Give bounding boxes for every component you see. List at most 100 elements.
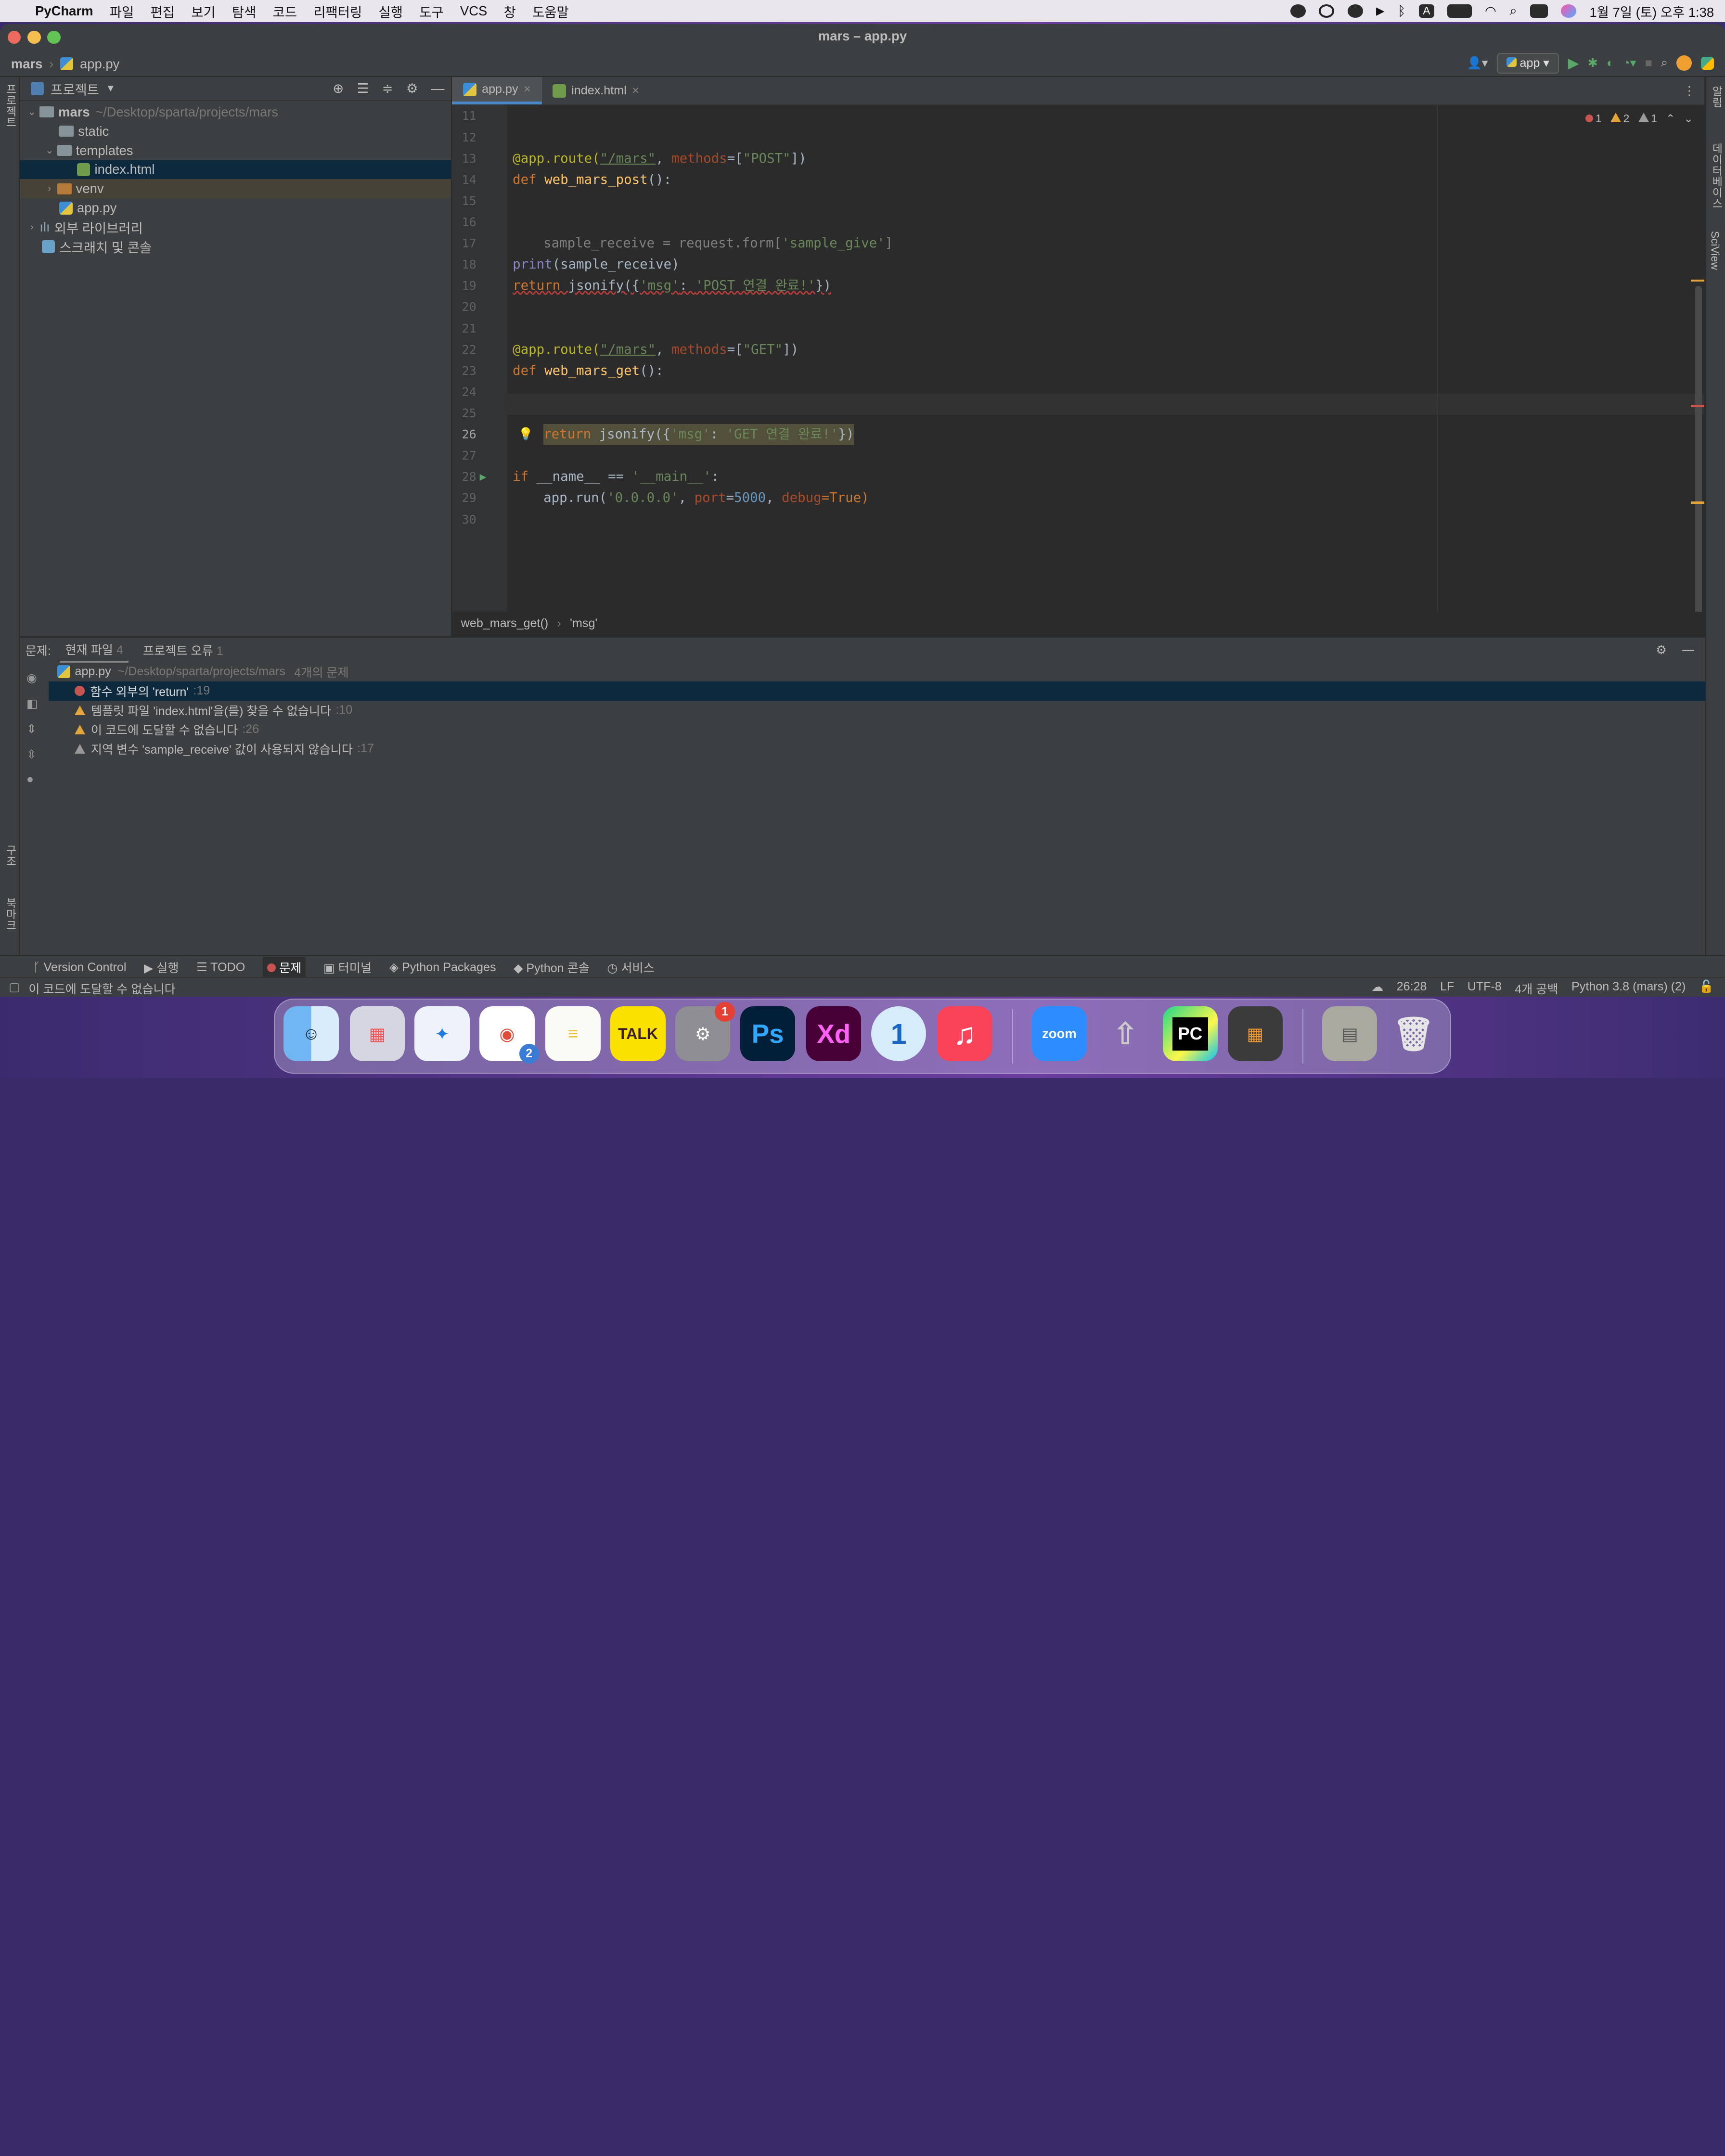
code-editor[interactable]: app.py × index.html × ⋮ 1 2 1 ⌃ ⌄ 11 12 … — [452, 77, 1704, 636]
problem-item[interactable]: 이 코드에 도달할 수 없습니다:26 — [49, 720, 1705, 739]
chevron-right-icon[interactable]: › — [42, 183, 57, 194]
dock-kakaotalk[interactable]: TALK — [610, 1006, 666, 1062]
hide-panel-icon[interactable]: — — [1682, 643, 1694, 657]
gear-icon[interactable]: ⚙ — [1656, 643, 1667, 657]
menu-help[interactable]: 도움말 — [532, 1, 569, 21]
menubar-clock[interactable]: 1월 7일 (토) 오후 1:38 — [1590, 1, 1714, 21]
menu-vcs[interactable]: VCS — [460, 3, 487, 19]
account-icon[interactable]: 👤▾ — [1467, 56, 1488, 70]
menu-view[interactable]: 보기 — [191, 1, 215, 21]
run-configuration-select[interactable]: app ▾ — [1496, 52, 1559, 74]
tree-item-scratches[interactable]: 스크래치 및 콘솔 — [20, 237, 451, 256]
collapse-all-icon[interactable]: ≑ — [382, 81, 393, 96]
dock-chrome[interactable]: ◉ 2 — [479, 1006, 539, 1064]
file-encoding[interactable]: UTF-8 — [1468, 980, 1502, 997]
debug-icon[interactable]: ✱ — [1588, 56, 1598, 70]
tree-item-external-libraries[interactable]: › ılı 외부 라이브러리 — [20, 218, 451, 237]
tab-current-file[interactable]: 현재 파일 4 — [60, 637, 129, 663]
database-tool-tab[interactable]: 데이터베이스 — [1708, 143, 1725, 209]
bluetooth-icon[interactable]: ᛒ — [1398, 3, 1405, 19]
bookmarks-tool-tab[interactable]: 북마크 — [2, 898, 19, 931]
tab-app-py[interactable]: app.py × — [452, 77, 542, 105]
siri-icon[interactable] — [1561, 4, 1577, 18]
menu-code[interactable]: 코드 — [273, 1, 297, 21]
tree-item-static[interactable]: static — [20, 122, 451, 141]
project-view-select[interactable]: 프로젝트 — [51, 79, 99, 98]
media-play-icon[interactable]: ▶ — [1376, 4, 1385, 17]
dock-1password[interactable]: 1 — [871, 1006, 927, 1062]
dock-safari[interactable]: ✦ — [414, 1006, 470, 1062]
line-separator[interactable]: LF — [1440, 980, 1454, 997]
gear-icon[interactable]: ⚙ — [406, 81, 418, 96]
dock-trash[interactable]: 🗑 — [1386, 1006, 1441, 1061]
update-icon[interactable] — [1676, 55, 1692, 71]
close-tab-icon[interactable]: × — [632, 84, 639, 98]
menu-tools[interactable]: 도구 — [419, 1, 443, 21]
tool-version-control[interactable]: ᚴ Version Control — [33, 961, 127, 975]
editor-scrollbar[interactable] — [1695, 286, 1702, 627]
coverage-icon[interactable]: ◐ — [1607, 56, 1614, 70]
tool-python-console[interactable]: ◆ Python 콘솔 — [514, 959, 590, 976]
chevron-right-icon[interactable]: › — [24, 221, 39, 233]
run-icon[interactable]: ▶ — [1568, 55, 1579, 72]
chevron-down-icon[interactable]: ▼ — [106, 83, 116, 94]
wifi-icon[interactable]: ◠ — [1485, 3, 1496, 19]
dock-rocket[interactable]: ⇧ — [1098, 1006, 1153, 1061]
zoom-status-icon[interactable] — [1290, 4, 1306, 18]
tab-project-errors[interactable]: 프로젝트 오류 1 — [138, 638, 229, 662]
inspection-widget[interactable]: 1 2 1 ⌃ ⌄ — [1585, 112, 1693, 125]
dock-documents[interactable]: ▤ — [1322, 1006, 1377, 1062]
menu-app-name[interactable]: PyCharm — [35, 3, 93, 19]
spotlight-search-icon[interactable]: ⌕ — [1509, 3, 1517, 19]
breadcrumb-file[interactable]: app.py — [80, 56, 119, 72]
tab-index-html[interactable]: index.html × — [542, 77, 650, 104]
messages-icon[interactable] — [1347, 4, 1363, 18]
tree-item-venv[interactable]: › venv — [20, 179, 451, 199]
tool-problems[interactable]: 문제 — [262, 956, 306, 978]
tab-menu-icon[interactable]: ⋮ — [1683, 84, 1695, 98]
run-gutter-icon[interactable]: ▶ — [480, 471, 487, 483]
indent-setting[interactable]: 4개 공백 — [1515, 980, 1558, 997]
dock-music[interactable]: ♫ — [937, 1006, 992, 1062]
menu-edit[interactable]: 편집 — [150, 1, 174, 21]
tree-item-mars[interactable]: ⌄ mars ~/Desktop/sparta/projects/mars — [20, 103, 451, 122]
notifications-tool-tab[interactable]: 알림 — [1708, 86, 1725, 108]
creative-cloud-icon[interactable] — [1319, 4, 1335, 18]
tool-todo[interactable]: ☰ TODO — [196, 960, 245, 975]
dock-pycharm[interactable]: PC — [1162, 1006, 1218, 1062]
lightbulb-icon[interactable]: ● — [26, 772, 38, 786]
problems-file-row[interactable]: app.py ~/Desktop/sparta/projects/mars 4개… — [49, 662, 1705, 681]
close-tab-icon[interactable]: × — [524, 82, 531, 96]
menu-refactor[interactable]: 리팩터링 — [313, 1, 362, 21]
structure-tool-tab[interactable]: 구조 — [2, 845, 19, 867]
chevron-down-icon[interactable]: ⌄ — [24, 106, 39, 118]
menu-run[interactable]: 실행 — [378, 1, 402, 21]
locate-file-icon[interactable]: ⊕ — [333, 81, 344, 96]
tree-item-app-py[interactable]: app.py — [20, 198, 451, 218]
tree-item-templates[interactable]: ⌄ templates — [20, 141, 451, 160]
profile-icon[interactable]: ◔▾ — [1623, 56, 1636, 70]
dock-system-preferences[interactable]: ⚙ 1 — [675, 1001, 735, 1062]
crumb-function[interactable]: web_mars_get() — [461, 616, 549, 630]
services-status-icon[interactable]: ☁ — [1371, 980, 1383, 997]
dock-photoshop[interactable]: Ps — [740, 1006, 796, 1062]
problem-item[interactable]: 템플릿 파일 'index.html'을(를) 찾을 수 없습니다:10 — [49, 701, 1705, 720]
warning-stripe[interactable] — [1691, 501, 1704, 504]
chevron-up-icon[interactable]: ⌃ — [1666, 112, 1675, 125]
menu-navigate[interactable]: 탐색 — [232, 1, 256, 21]
input-source-icon[interactable]: A — [1418, 4, 1434, 18]
collapse-all-icon[interactable]: ⇳ — [26, 747, 38, 762]
preview-icon[interactable]: ◧ — [26, 696, 38, 711]
breadcrumb-project[interactable]: mars — [11, 56, 43, 72]
layout-icon[interactable]: ▢ — [9, 980, 20, 994]
tool-services[interactable]: ◷ 서비스 — [607, 959, 654, 976]
dock-adobe-xd[interactable]: Xd — [806, 1006, 862, 1062]
lightbulb-icon[interactable]: 💡 — [518, 427, 533, 441]
control-center-icon[interactable] — [1530, 4, 1548, 18]
sciview-tool-tab[interactable]: SciView — [1708, 231, 1721, 270]
expand-all-icon[interactable]: ☰ — [357, 81, 369, 96]
ide-logo-icon[interactable] — [1700, 56, 1714, 70]
tree-item-index-html[interactable]: index.html — [20, 160, 451, 180]
chevron-down-icon[interactable]: ⌄ — [42, 144, 57, 156]
tool-terminal[interactable]: ▣ 터미널 — [323, 959, 372, 976]
